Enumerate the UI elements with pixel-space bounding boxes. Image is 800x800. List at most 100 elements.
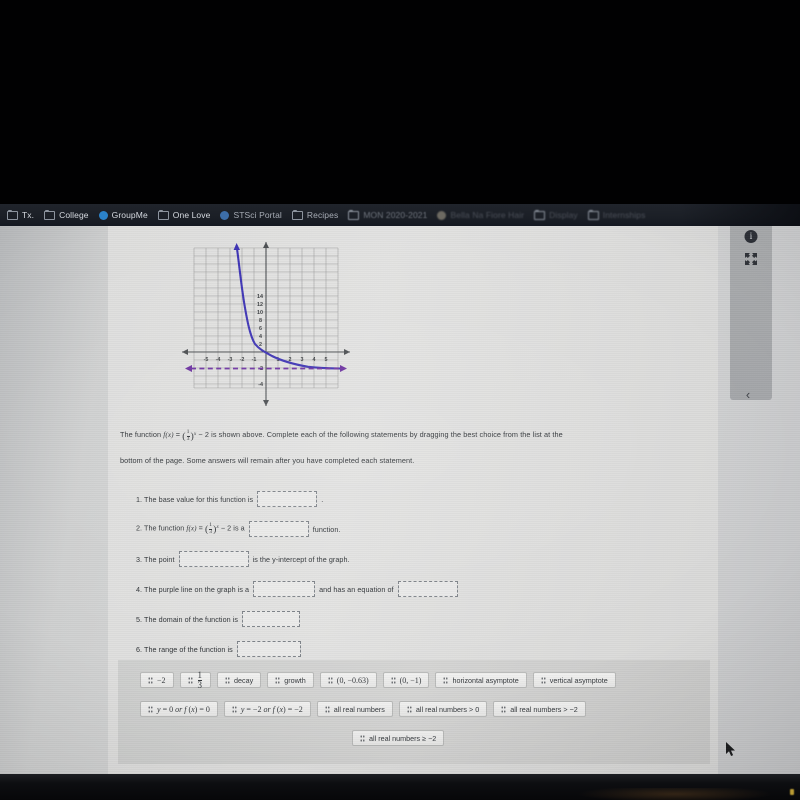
- drag-handle-icon[interactable]: [390, 676, 396, 684]
- choice-tile-row1-7[interactable]: vertical asymptote: [532, 672, 616, 688]
- answer-blank-5[interactable]: [242, 611, 301, 627]
- choice-tile-label: all real numbers > 0: [415, 704, 480, 714]
- bookmark-item-7[interactable]: Bella Na Fiore Hair: [432, 206, 529, 224]
- bookmark-item-3[interactable]: One Love: [153, 206, 216, 224]
- bookmark-item-8[interactable]: Display: [529, 206, 583, 224]
- worksheet-content: 2 4 6 8 10 12 14 -2 -4 -5 -4 -3: [108, 226, 718, 774]
- drag-handle-icon[interactable]: [324, 705, 330, 713]
- s2-fraction: 13: [209, 521, 213, 535]
- choice-tile-row1-1[interactable]: 13: [179, 670, 212, 689]
- choice-tile-label: y = 0 or f (x) = 0: [157, 704, 210, 714]
- statement-4-middle: and has an equation of: [319, 584, 394, 594]
- svg-text:12: 12: [257, 302, 263, 308]
- answer-blank-2[interactable]: [248, 521, 309, 537]
- answer-blank-6[interactable]: [236, 641, 301, 657]
- bookmark-item-0[interactable]: Tx.: [2, 206, 39, 224]
- choice-tile-label: all real numbers ≥ −2: [369, 733, 437, 743]
- fullscreen-icon[interactable]: [744, 252, 758, 266]
- drag-handle-icon[interactable]: [406, 705, 412, 713]
- choice-tile-row2-0[interactable]: y = 0 or f (x) = 0: [140, 701, 218, 717]
- instructions-line-2: bottom of the page. Some answers will re…: [120, 455, 415, 465]
- collapse-panel-chevron-icon[interactable]: ‹: [738, 382, 758, 408]
- fraction-one-third: 13: [186, 429, 190, 442]
- info-icon[interactable]: i: [744, 230, 758, 243]
- instructions-text-b: is shown above. Complete each of the fol…: [209, 430, 563, 440]
- svg-text:-1: -1: [252, 357, 257, 363]
- choice-tile-label: growth: [284, 675, 306, 685]
- fraction-denominator: 3: [186, 435, 190, 442]
- answer-choice-tray: −2 1 3 decay growth (0, −0.63) (0, −1) horizont…: [118, 660, 710, 764]
- bookmark-label: GroupMe: [111, 210, 148, 220]
- folder-icon: [534, 209, 546, 220]
- bookmark-label: STSci Portal: [233, 210, 282, 220]
- bezel-glow: [560, 788, 790, 800]
- drag-handle-icon[interactable]: [148, 705, 153, 713]
- choice-tile-row2-3[interactable]: all real numbers > 0: [398, 701, 488, 717]
- choice-tile-row1-0[interactable]: −2: [140, 672, 174, 688]
- statement-3-suffix: is the y-intercept of the graph.: [252, 554, 350, 564]
- choice-tile-row2-4[interactable]: all real numbers > −2: [493, 701, 586, 717]
- choice-tile-label: y = −2 or f (x) = −2: [240, 704, 303, 714]
- drag-handle-icon[interactable]: [327, 676, 333, 684]
- bookmark-label: MON 2020-2021: [363, 210, 428, 220]
- answer-blank-4a[interactable]: [253, 581, 316, 597]
- drag-handle-icon[interactable]: [540, 676, 546, 684]
- choice-row-1: −2 1 3 decay growth (0, −0.63) (0, −1) horizont…: [140, 670, 616, 689]
- bookmark-item-9[interactable]: Internships: [583, 206, 651, 224]
- statement-5-label: 5. The domain of the function is: [136, 614, 239, 624]
- browser-bookmarks-bar[interactable]: Tx. College GroupMe One Love STSci Portal Rec…: [0, 204, 800, 226]
- bookmark-item-1[interactable]: College: [39, 206, 94, 224]
- instructions-paragraph: The function f(x) = (1 3)x − 2 is shown a…: [120, 422, 685, 473]
- drag-handle-icon[interactable]: [501, 705, 507, 713]
- s2-isa: is a: [231, 523, 245, 533]
- statement-4-label: 4. The purple line on the graph is a: [136, 584, 250, 594]
- bookmark-item-2[interactable]: GroupMe: [94, 206, 153, 224]
- drag-handle-icon[interactable]: [187, 676, 193, 684]
- statement-6-label: 6. The range of the function is: [136, 644, 233, 654]
- svg-text:-3: -3: [228, 357, 233, 363]
- mouse-cursor: [726, 742, 737, 757]
- svg-text:4: 4: [313, 357, 316, 363]
- svg-text:3: 3: [301, 357, 304, 363]
- statement-1: 1. The base value for this function is .: [136, 484, 696, 514]
- drag-handle-icon[interactable]: [443, 676, 449, 684]
- statement-2-label: 2. The function f(x) = (1 3)x − 2 is a: [136, 521, 245, 535]
- statements-list: 1. The base value for this function is .…: [136, 484, 696, 664]
- open-paren: (: [182, 430, 186, 442]
- bookmark-item-6[interactable]: MON 2020-2021: [343, 206, 432, 224]
- choice-tile-row1-6[interactable]: horizontal asymptote: [435, 672, 527, 688]
- folder-icon: [348, 209, 360, 220]
- drag-handle-icon[interactable]: [360, 734, 365, 742]
- choice-tile-row1-2[interactable]: decay: [217, 672, 262, 688]
- choice-tile-row2-2[interactable]: all real numbers: [316, 701, 393, 717]
- statement-2: 2. The function f(x) = (1 3)x − 2 is a fu…: [136, 514, 696, 544]
- choice-tile-row2-1[interactable]: y = −2 or f (x) = −2: [223, 701, 311, 717]
- answer-blank-3[interactable]: [178, 551, 249, 567]
- choice-tile-row3-0[interactable]: all real numbers ≥ −2: [352, 730, 445, 746]
- y-tick-labels: 2 4 6 8 10 12 14 -2 -4: [257, 294, 263, 388]
- choice-tile-row1-4[interactable]: (0, −0.63): [319, 672, 377, 688]
- answer-blank-4b[interactable]: [397, 581, 458, 597]
- drag-handle-icon[interactable]: [275, 676, 281, 684]
- statement-5: 5. The domain of the function is: [136, 604, 696, 634]
- s2-fn-x: (x): [188, 524, 197, 533]
- drag-handle-icon[interactable]: [225, 676, 231, 684]
- drag-handle-icon[interactable]: [148, 676, 153, 684]
- s2-open-paren: (: [204, 523, 209, 535]
- folder-icon: [44, 209, 56, 220]
- bookmark-item-4[interactable]: STSci Portal: [215, 206, 286, 224]
- bookmark-label: Bella Na Fiore Hair: [450, 210, 525, 220]
- choice-tile-row1-5[interactable]: (0, −1): [382, 672, 430, 688]
- screen-photo: Tx. College GroupMe One Love STSci Portal Rec…: [0, 0, 800, 800]
- statement-3: 3. The point is the y-intercept of the g…: [136, 544, 696, 574]
- bookmark-label: Recipes: [306, 210, 339, 220]
- choice-tile-row1-3[interactable]: growth: [267, 672, 314, 688]
- bookmark-item-5[interactable]: Recipes: [287, 206, 343, 224]
- choice-tile-label: all real numbers: [333, 704, 385, 714]
- s2-frac-d: 3: [209, 528, 213, 535]
- portal-icon: [220, 210, 230, 220]
- drag-handle-icon[interactable]: [231, 705, 237, 713]
- function-graph: 2 4 6 8 10 12 14 -2 -4 -5 -4 -3: [176, 240, 356, 408]
- answer-blank-1[interactable]: [257, 491, 318, 507]
- s2-frac-n: 1: [209, 521, 213, 528]
